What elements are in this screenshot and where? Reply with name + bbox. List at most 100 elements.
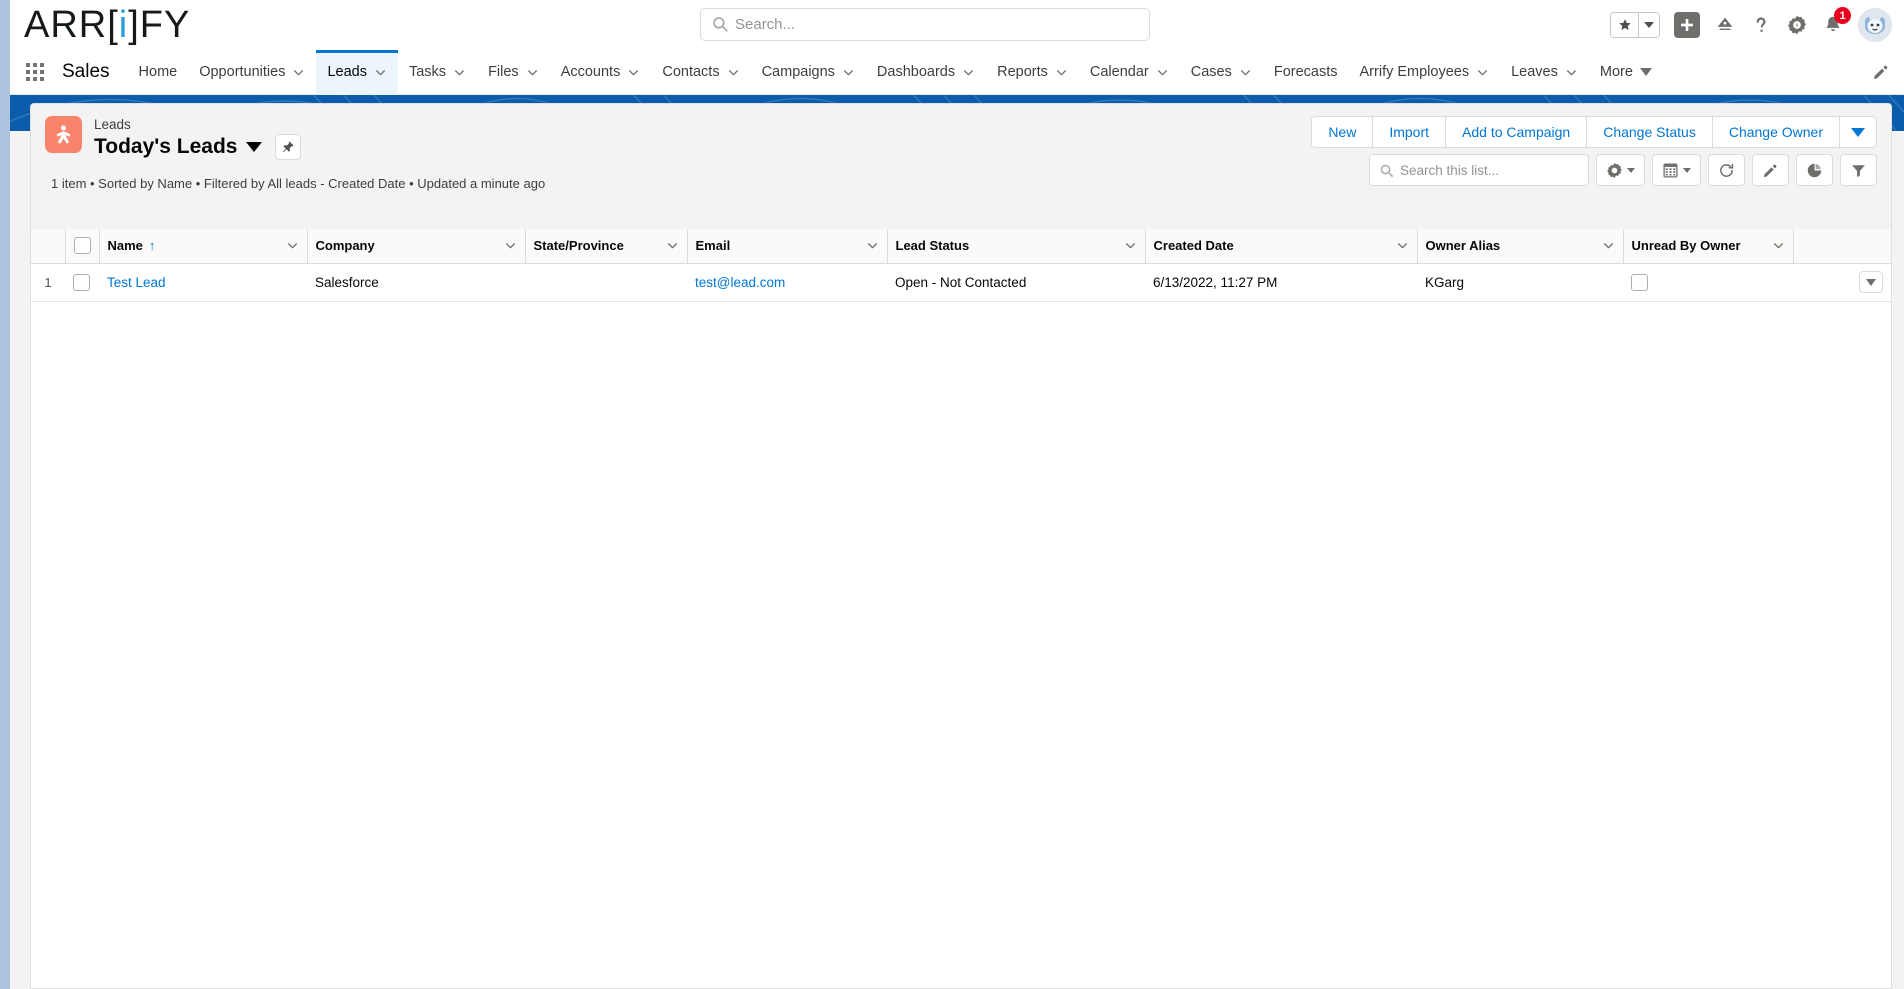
app-navigation-bar: Sales Home Opportunities Leads Tasks Files Ac… <box>10 49 1904 95</box>
row-actions-button[interactable] <box>1859 271 1883 293</box>
nav-item-label: Contacts <box>662 64 720 80</box>
chevron-down-icon[interactable] <box>1639 13 1659 37</box>
gear-icon <box>1607 162 1622 178</box>
chevron-down-icon[interactable] <box>246 142 263 152</box>
search-input[interactable]: Search this list... <box>1369 154 1589 186</box>
plus-icon[interactable] <box>1674 12 1700 38</box>
cell-row-actions[interactable] <box>1793 263 1891 302</box>
list-controls: Search this list... <box>1369 154 1877 186</box>
cell-email[interactable]: test@lead.com <box>687 263 887 302</box>
chevron-down-icon[interactable] <box>526 66 539 79</box>
more-actions-button[interactable] <box>1840 117 1876 147</box>
chevron-down-icon[interactable] <box>453 66 466 79</box>
nav-item-opportunities[interactable]: Opportunities <box>188 50 316 95</box>
chevron-down-icon[interactable] <box>292 66 305 79</box>
column-header-label: State/Province <box>533 238 624 254</box>
change-owner-button[interactable]: Change Owner <box>1712 117 1840 147</box>
table-row[interactable]: 1 Test Lead Salesforce test@lead.com Open - … <box>31 263 1891 302</box>
unread-checkbox[interactable] <box>1631 273 1648 291</box>
chevron-down-icon[interactable] <box>627 66 640 79</box>
cell-unread-by-owner[interactable] <box>1623 263 1793 302</box>
nav-item-dashboards[interactable]: Dashboards <box>866 50 986 95</box>
nav-item-contacts[interactable]: Contacts <box>651 50 750 95</box>
nav-item-home[interactable]: Home <box>128 50 189 95</box>
import-button[interactable]: Import <box>1373 117 1447 147</box>
charts-button[interactable] <box>1796 154 1833 186</box>
gear-icon[interactable] <box>1786 14 1808 36</box>
chevron-down-icon[interactable] <box>842 66 855 79</box>
column-header-state-province[interactable]: State/Province <box>525 229 688 264</box>
email-link[interactable]: test@lead.com <box>695 275 785 290</box>
avatar[interactable] <box>1858 8 1892 42</box>
edit-list-button[interactable] <box>1752 154 1789 186</box>
column-header-owner-alias[interactable]: Owner Alias <box>1417 229 1624 264</box>
lead-name-link[interactable]: Test Lead <box>107 275 166 290</box>
chevron-down-icon[interactable] <box>666 239 679 252</box>
nav-item-cases[interactable]: Cases <box>1180 50 1263 95</box>
app-name[interactable]: Sales <box>62 61 110 83</box>
column-header-created-date[interactable]: Created Date <box>1145 229 1418 264</box>
pin-icon[interactable] <box>275 134 302 160</box>
column-header-name[interactable]: Name ↑ <box>99 229 308 264</box>
row-select-cell[interactable] <box>65 263 99 302</box>
chevron-down-icon[interactable] <box>1156 66 1169 79</box>
star-icon[interactable] <box>1611 13 1639 37</box>
nav-item-calendar[interactable]: Calendar <box>1079 50 1180 95</box>
change-status-button[interactable]: Change Status <box>1587 117 1713 147</box>
nav-item-accounts[interactable]: Accounts <box>550 50 652 95</box>
list-view-controls-button[interactable] <box>1596 154 1645 186</box>
column-header-email[interactable]: Email <box>687 229 888 264</box>
column-header-lead-status[interactable]: Lead Status <box>887 229 1146 264</box>
nav-item-forecasts[interactable]: Forecasts <box>1263 50 1349 95</box>
pencil-icon[interactable] <box>1872 63 1890 81</box>
nav-item-label: Leads <box>327 64 367 80</box>
einstein-icon[interactable] <box>1714 14 1736 36</box>
chevron-down-icon[interactable] <box>1239 66 1252 79</box>
nav-item-campaigns[interactable]: Campaigns <box>751 50 866 95</box>
column-header-unread-by-owner[interactable]: Unread By Owner <box>1623 229 1794 264</box>
select-all-checkbox[interactable] <box>73 237 91 255</box>
favorites-group[interactable] <box>1610 12 1660 38</box>
list-action-buttons: New Import Add to Campaign Change Status Cha… <box>1311 116 1877 148</box>
nav-item-leaves[interactable]: Leaves <box>1500 50 1589 95</box>
chevron-down-icon[interactable] <box>1124 239 1137 252</box>
cell-owner-alias: KGarg <box>1417 263 1623 302</box>
app-launcher-icon[interactable] <box>18 63 52 81</box>
search-icon <box>713 17 728 32</box>
chevron-down-icon[interactable] <box>1602 239 1615 252</box>
question-mark-icon[interactable] <box>1750 14 1772 36</box>
brand-logo[interactable]: ARR[i]FY <box>24 6 190 44</box>
global-search-input[interactable]: Search... <box>700 8 1150 41</box>
nav-item-arrify-employees[interactable]: Arrify Employees <box>1349 50 1501 95</box>
filters-button[interactable] <box>1840 154 1877 186</box>
chevron-down-icon[interactable] <box>727 66 740 79</box>
chevron-down-icon[interactable] <box>286 239 299 252</box>
refresh-button[interactable] <box>1708 154 1745 186</box>
chevron-down-icon[interactable] <box>866 239 879 252</box>
chevron-down-icon[interactable] <box>504 239 517 252</box>
select-all-header[interactable] <box>65 229 100 264</box>
chevron-down-icon[interactable] <box>1772 239 1785 252</box>
caret-down-icon[interactable] <box>1639 68 1652 76</box>
table-body: 1 Test Lead Salesforce test@lead.com Open - … <box>31 263 1891 302</box>
display-as-button[interactable] <box>1652 154 1701 186</box>
chevron-down-icon[interactable] <box>962 66 975 79</box>
nav-item-files[interactable]: Files <box>477 50 550 95</box>
notifications-button[interactable]: 1 <box>1822 7 1851 36</box>
new-button[interactable]: New <box>1312 117 1374 147</box>
breadcrumb[interactable]: Leads <box>94 116 301 134</box>
row-checkbox[interactable] <box>73 273 90 291</box>
nav-item-leads[interactable]: Leads <box>316 49 398 95</box>
nav-item-reports[interactable]: Reports <box>986 50 1079 95</box>
chevron-down-icon[interactable] <box>1476 66 1489 79</box>
column-header-company[interactable]: Company <box>307 229 526 264</box>
nav-item-more[interactable]: More <box>1589 50 1663 95</box>
cell-name[interactable]: Test Lead <box>99 263 307 302</box>
chevron-down-icon[interactable] <box>374 66 387 79</box>
chevron-down-icon[interactable] <box>1055 66 1068 79</box>
global-search-wrapper[interactable]: Search... <box>700 8 1150 41</box>
add-to-campaign-button[interactable]: Add to Campaign <box>1446 117 1588 147</box>
chevron-down-icon[interactable] <box>1396 239 1409 252</box>
nav-item-tasks[interactable]: Tasks <box>398 50 477 95</box>
chevron-down-icon[interactable] <box>1565 66 1578 79</box>
